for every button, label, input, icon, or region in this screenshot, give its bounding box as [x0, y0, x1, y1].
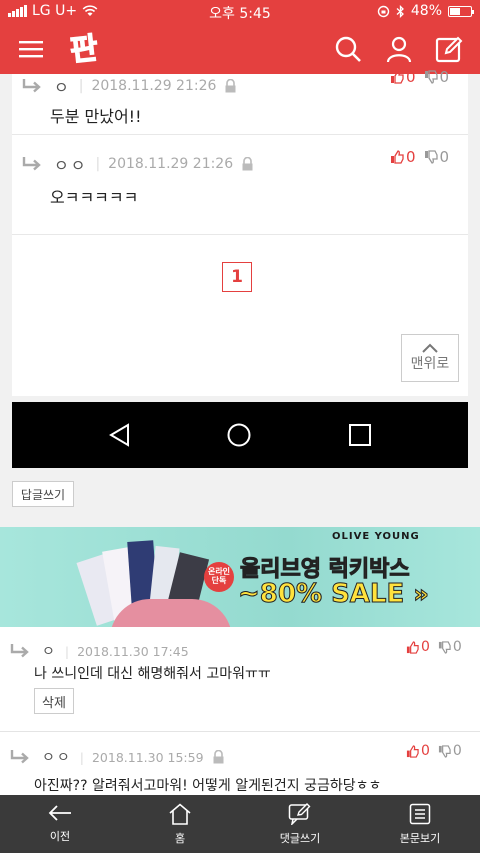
bottom-comment-write-label: 댓글쓰기 [279, 832, 321, 845]
thumbs-down-icon [438, 640, 451, 654]
comment-list-top: ㅇ | 2018.11.29 21:26 0 0 두분 만났어!! ㅇㅇ | 2… [12, 68, 468, 396]
divider [12, 234, 468, 235]
delete-button[interactable]: 삭제 [34, 688, 74, 714]
reply-arrow-icon [10, 644, 29, 658]
bottom-view-post-button[interactable]: 본문보기 [360, 795, 480, 853]
like-count: 0 [406, 148, 416, 166]
rotation-lock-icon [377, 5, 390, 17]
reply-write-button[interactable]: 답글쓰기 [12, 481, 74, 507]
android-nav-bar [12, 402, 468, 468]
dislike-count: 0 [452, 743, 462, 759]
lock-icon [225, 79, 236, 93]
dislike-count: 0 [452, 639, 462, 655]
double-chevron-icon: » [413, 580, 429, 609]
like-button[interactable]: 0 [390, 68, 416, 86]
nav-back-icon[interactable] [108, 423, 132, 447]
reply-arrow-icon [22, 79, 41, 93]
like-count: 0 [421, 639, 430, 655]
dislike-button[interactable]: 0 [438, 639, 462, 655]
bottom-home-label: 홈 [174, 832, 186, 845]
ad-sale: ~80% SALE [237, 579, 405, 610]
comment-nickname[interactable]: ㅇㅇ [54, 152, 87, 176]
page-number-current[interactable]: 1 [222, 262, 252, 292]
comment-nickname[interactable]: ㅇ [42, 641, 57, 661]
comment-list-bottom: ㅇ | 2018.11.30 17:45 0 0 나 쓰니인데 대신 해명해줘서… [0, 627, 480, 795]
menu-icon[interactable] [16, 34, 46, 64]
bluetooth-icon [396, 4, 404, 18]
nav-home-icon[interactable] [227, 423, 251, 447]
write-icon[interactable] [434, 34, 464, 64]
dislike-button[interactable]: 0 [424, 148, 450, 166]
comment-date: 2018.11.29 21:26 [91, 78, 217, 94]
search-icon[interactable] [333, 34, 363, 64]
thumbs-up-icon [391, 150, 404, 164]
chevron-up-icon [422, 343, 438, 353]
comment-text: 오ㅋㅋㅋㅋㅋ [50, 188, 139, 207]
comment-text: 두분 만났어!! [50, 107, 142, 126]
nav-recents-icon[interactable] [348, 423, 372, 447]
like-button[interactable]: 0 [406, 639, 430, 655]
ad-badge: 온라인 단독 [204, 562, 234, 592]
dislike-count: 0 [439, 148, 450, 166]
app-header: 판 [0, 24, 480, 74]
thumbs-down-icon [438, 744, 451, 758]
comment-date: 2018.11.30 15:59 [91, 749, 204, 765]
comment-nickname[interactable]: ㅇㅇ [42, 747, 72, 767]
ad-banner[interactable]: 온라인 단독 OLIVE YOUNG 올리브영 럭키박스 ~80% SALE » [0, 527, 480, 627]
bottom-comment-write-button[interactable]: 댓글쓰기 [240, 795, 360, 853]
comment-text: 아진짜?? 알려줘서고마워! 어떻게 알게된건지 궁금하당ㅎㅎ [34, 778, 382, 794]
comment-write-icon [288, 803, 311, 825]
divider [12, 134, 468, 135]
dislike-count: 0 [439, 68, 450, 86]
comment-date: 2018.11.29 21:26 [108, 156, 234, 172]
lock-icon [242, 157, 253, 171]
thumbs-up-icon [391, 70, 404, 84]
bottom-toolbar: 이전 홈 댓글쓰기 본문보기 [0, 795, 480, 853]
reply-arrow-icon [22, 157, 41, 171]
reply-arrow-icon [10, 750, 29, 764]
thumbs-up-icon [406, 744, 419, 758]
like-button[interactable]: 0 [390, 148, 416, 166]
comment-date: 2018.11.30 17:45 [77, 643, 189, 659]
lock-icon [213, 750, 224, 764]
back-arrow-icon [48, 805, 71, 821]
like-count: 0 [406, 68, 416, 86]
scroll-to-top-label: 맨위로 [410, 356, 450, 372]
comment-nickname[interactable]: ㅇ [54, 74, 71, 98]
svg-text:판: 판 [68, 31, 100, 66]
pann-logo[interactable]: 판 [68, 30, 106, 69]
divider [0, 731, 480, 732]
scroll-to-top-button[interactable]: 맨위로 [401, 334, 459, 382]
ad-brand: OLIVE YOUNG [332, 531, 420, 542]
battery-percent: 48% [410, 3, 442, 19]
dislike-button[interactable]: 0 [424, 68, 450, 86]
status-bar: LG U+ 오후 5:45 48% [0, 0, 480, 24]
bottom-home-button[interactable]: 홈 [120, 795, 240, 853]
dislike-button[interactable]: 0 [438, 743, 462, 759]
thumbs-up-icon [406, 640, 419, 654]
bottom-view-post-label: 본문보기 [399, 832, 441, 845]
bottom-back-button[interactable]: 이전 [0, 795, 120, 853]
home-icon [169, 803, 191, 825]
thumbs-down-icon [424, 150, 438, 164]
user-icon[interactable] [384, 34, 414, 64]
like-count: 0 [421, 743, 430, 759]
battery-icon [448, 5, 474, 17]
comment-text: 나 쓰니인데 대신 해명해줘서 고마워ㅠㅠ [34, 666, 271, 682]
bottom-back-label: 이전 [49, 830, 71, 843]
document-icon [409, 803, 431, 825]
thumbs-down-icon [424, 70, 438, 84]
like-button[interactable]: 0 [406, 743, 430, 759]
